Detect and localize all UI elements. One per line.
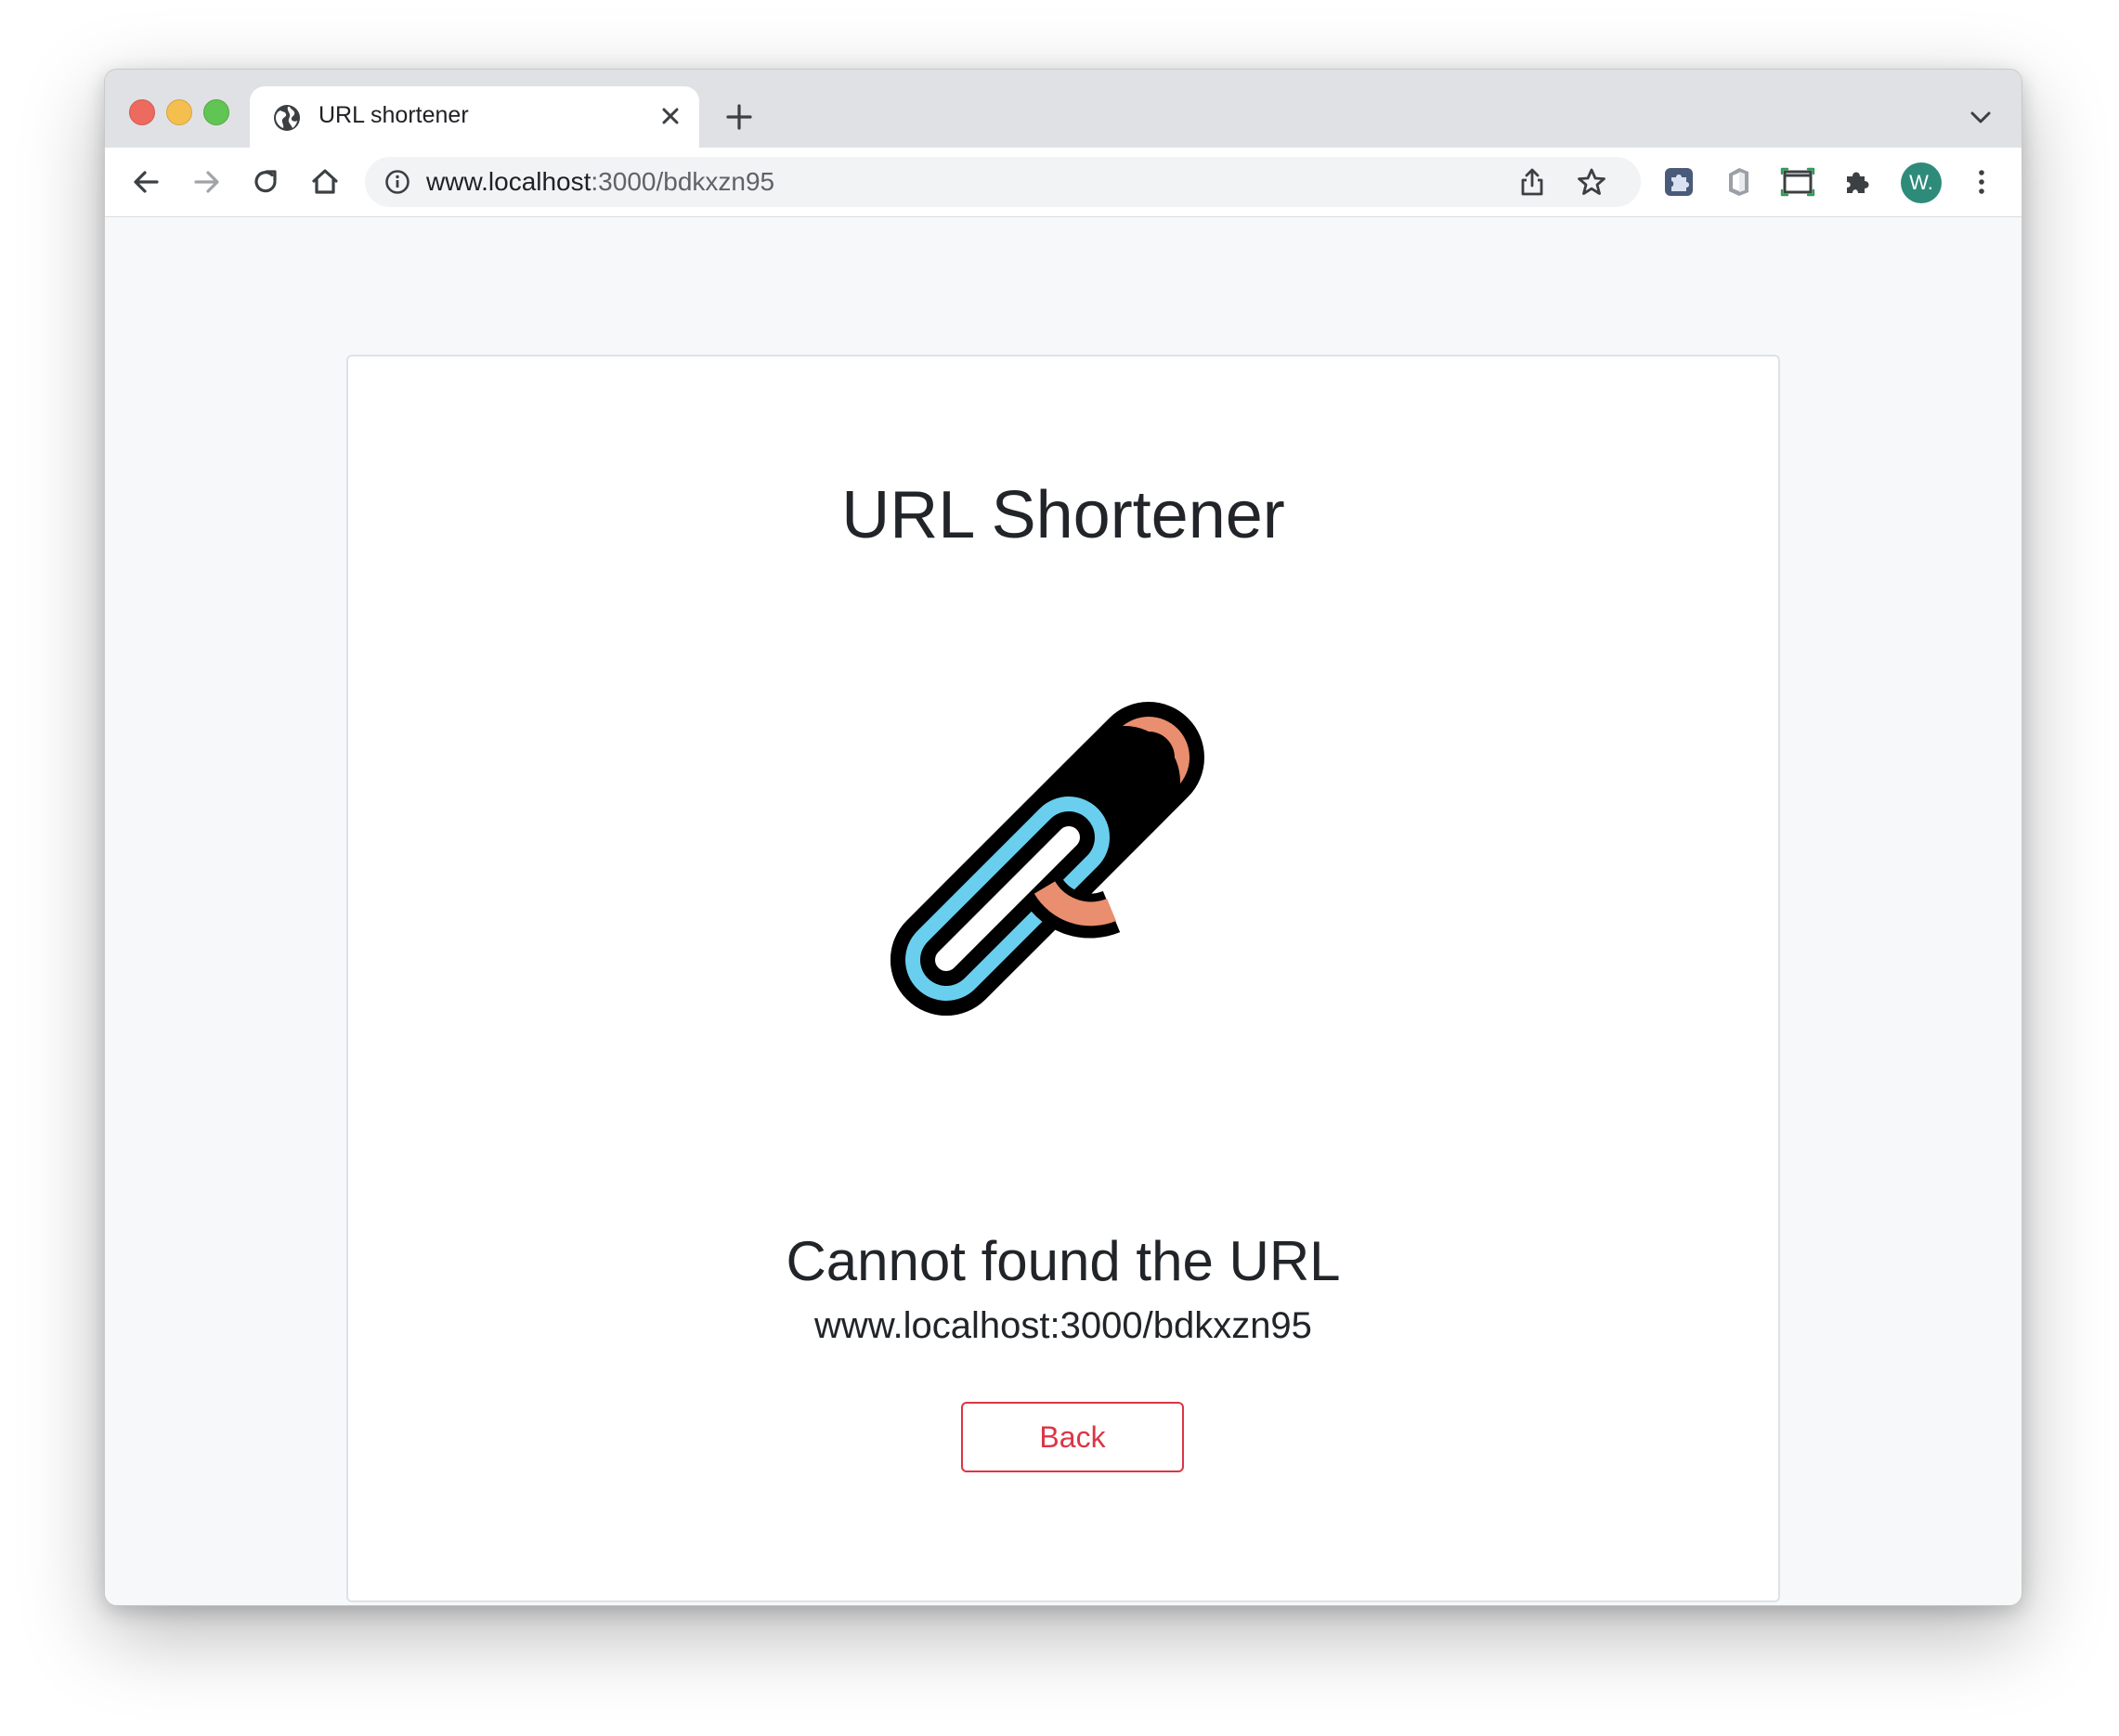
close-window-button[interactable] bbox=[129, 99, 155, 125]
back-button[interactable]: Back bbox=[961, 1402, 1184, 1472]
puzzle-square-icon[interactable] bbox=[1661, 164, 1696, 200]
maximize-window-button[interactable] bbox=[203, 99, 229, 125]
content-card: URL Shortener Cannot found the URL www.l… bbox=[346, 355, 1780, 1602]
close-tab-icon[interactable] bbox=[656, 102, 684, 130]
puzzle-icon[interactable] bbox=[1840, 164, 1875, 200]
info-icon[interactable] bbox=[384, 168, 411, 196]
browser-tab[interactable]: URL shortener bbox=[250, 86, 699, 148]
avatar[interactable]: W. bbox=[1901, 162, 1942, 203]
arrow-right-icon[interactable] bbox=[188, 164, 224, 200]
url-host: www.localhost bbox=[426, 167, 592, 196]
error-title: Cannot found the URL bbox=[786, 1230, 1341, 1292]
reload-icon[interactable] bbox=[248, 164, 283, 200]
minimize-window-button[interactable] bbox=[166, 99, 192, 125]
toolbar: www.localhost:3000/bdkxzn95 W. bbox=[105, 148, 2022, 217]
page-title: URL Shortener bbox=[841, 478, 1285, 552]
browser-window: URL shortener www.localhost:3000/bdkxzn9… bbox=[104, 69, 2022, 1606]
new-tab-icon[interactable] bbox=[723, 101, 755, 133]
screen-capture-icon[interactable] bbox=[1780, 164, 1815, 200]
error-url: www.localhost:3000/bdkxzn95 bbox=[814, 1305, 1312, 1346]
address-bar-url[interactable]: www.localhost:3000/bdkxzn95 bbox=[426, 167, 774, 197]
kebab-menu-icon[interactable] bbox=[1964, 164, 1999, 200]
chain-link-icon bbox=[890, 702, 1204, 1016]
star-icon[interactable] bbox=[1576, 166, 1607, 198]
office-icon[interactable] bbox=[1721, 164, 1756, 200]
tab-title: URL shortener bbox=[318, 102, 469, 128]
address-bar[interactable]: www.localhost:3000/bdkxzn95 bbox=[365, 157, 1641, 207]
url-path: :3000/bdkxzn95 bbox=[591, 167, 775, 196]
home-icon[interactable] bbox=[307, 164, 343, 200]
share-icon[interactable] bbox=[1516, 166, 1548, 198]
arrow-left-icon[interactable] bbox=[129, 164, 164, 200]
page-content: URL Shortener Cannot found the URL www.l… bbox=[105, 217, 2022, 1605]
title-bar: URL shortener bbox=[105, 70, 2022, 148]
globe-icon bbox=[274, 105, 300, 131]
chevron-down-icon[interactable] bbox=[1968, 107, 1994, 127]
